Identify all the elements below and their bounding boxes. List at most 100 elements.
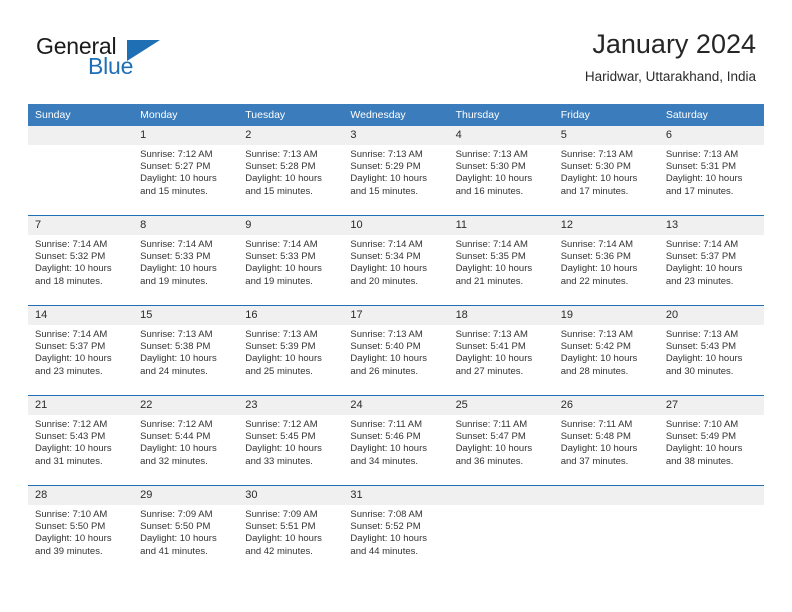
title-block: January 2024 Haridwar, Uttarakhand, Indi… — [585, 28, 756, 85]
calendar-day-cell[interactable]: 28 Sunrise: 7:10 AM Sunset: 5:50 PM Dayligh… — [28, 485, 134, 575]
daylight-duration-line2: and 15 minutes. — [245, 185, 313, 197]
daylight-duration-line2: and 30 minutes. — [665, 365, 734, 377]
calendar-day-cell-empty — [553, 485, 659, 575]
day-cell-inner — [448, 486, 554, 575]
sunrise-time: Sunrise: 7:12 AM — [140, 149, 213, 160]
day-cell-inner: 6 Sunrise: 7:13 AM Sunset: 5:31 PM Daylight… — [658, 126, 764, 215]
calendar-day-cell[interactable]: 9 Sunrise: 7:14 AM Sunset: 5:33 PM Daylight… — [238, 215, 344, 306]
day-details: Sunrise: 7:13 AM Sunset: 5:41 PM Daylight:… — [449, 325, 554, 378]
calendar-day-cell[interactable]: 23 Sunrise: 7:12 AM Sunset: 5:45 PM Dayligh… — [238, 395, 344, 486]
sunrise-time: Sunrise: 7:14 AM — [35, 239, 108, 250]
sunrise-time: Sunrise: 7:10 AM — [35, 509, 108, 520]
daylight-duration-line2: and 23 minutes. — [665, 275, 734, 287]
day-number: 5 — [553, 126, 659, 145]
sunrise-time: Sunrise: 7:11 AM — [560, 419, 633, 430]
sunrise-time: Sunrise: 7:13 AM — [140, 329, 213, 340]
day-details: Sunrise: 7:13 AM Sunset: 5:42 PM Daylight:… — [554, 325, 659, 378]
calendar-day-cell[interactable]: 21 Sunrise: 7:12 AM Sunset: 5:43 PM Dayligh… — [28, 395, 134, 486]
calendar-body: 1 Sunrise: 7:12 AM Sunset: 5:27 PM Daylight… — [28, 126, 764, 575]
calendar-day-cell[interactable]: 24 Sunrise: 7:11 AM Sunset: 5:46 PM Dayligh… — [343, 395, 449, 486]
daylight-duration-line2: and 26 minutes. — [350, 365, 419, 377]
daylight-duration-line2: and 24 minutes. — [140, 365, 208, 377]
calendar-day-cell[interactable]: 11 Sunrise: 7:14 AM Sunset: 5:35 PM Dayligh… — [448, 215, 554, 306]
daylight-duration-line2: and 17 minutes. — [665, 185, 734, 197]
sunset-time: Sunset: 5:50 PM — [35, 521, 106, 533]
calendar-day-cell[interactable]: 25 Sunrise: 7:11 AM Sunset: 5:47 PM Dayligh… — [448, 395, 554, 486]
calendar-day-cell[interactable]: 7 Sunrise: 7:14 AM Sunset: 5:32 PM Daylight… — [28, 215, 134, 306]
calendar-day-cell[interactable]: 5 Sunrise: 7:13 AM Sunset: 5:30 PM Daylight… — [553, 126, 659, 216]
calendar-day-cell[interactable]: 1 Sunrise: 7:12 AM Sunset: 5:27 PM Daylight… — [133, 126, 239, 216]
sunset-time: Sunset: 5:45 PM — [245, 431, 316, 443]
sunset-time: Sunset: 5:49 PM — [665, 431, 737, 443]
day-number: 31 — [343, 486, 449, 505]
daylight-duration-line2: and 18 minutes. — [35, 275, 103, 287]
daylight-duration-line2: and 31 minutes. — [35, 455, 103, 467]
page-header: General Blue January 2024 Haridwar, Utta… — [0, 0, 792, 100]
calendar-day-cell[interactable]: 3 Sunrise: 7:13 AM Sunset: 5:29 PM Daylight… — [343, 126, 449, 216]
day-cell-inner: 31 Sunrise: 7:08 AM Sunset: 5:52 PM Dayligh… — [343, 486, 449, 575]
calendar-day-cell[interactable]: 30 Sunrise: 7:09 AM Sunset: 5:51 PM Dayligh… — [238, 485, 344, 575]
day-details: Sunrise: 7:13 AM Sunset: 5:30 PM Daylight:… — [449, 145, 554, 198]
sunset-time: Sunset: 5:43 PM — [665, 341, 737, 353]
sunrise-time: Sunrise: 7:12 AM — [35, 419, 108, 430]
calendar-day-cell[interactable]: 20 Sunrise: 7:13 AM Sunset: 5:43 PM Dayligh… — [658, 305, 764, 396]
calendar-day-cell[interactable]: 19 Sunrise: 7:13 AM Sunset: 5:42 PM Dayligh… — [553, 305, 659, 396]
calendar-day-cell[interactable]: 13 Sunrise: 7:14 AM Sunset: 5:37 PM Dayligh… — [658, 215, 764, 306]
sunrise-time: Sunrise: 7:13 AM — [245, 329, 318, 340]
day-number: 23 — [238, 396, 344, 415]
day-details: Sunrise: 7:13 AM Sunset: 5:39 PM Daylight:… — [238, 325, 343, 378]
calendar-day-cell[interactable]: 8 Sunrise: 7:14 AM Sunset: 5:33 PM Daylight… — [133, 215, 239, 306]
day-number: 26 — [553, 396, 659, 415]
calendar-header-row: Sunday Monday Tuesday Wednesday Thursday… — [28, 104, 764, 126]
calendar-day-cell[interactable]: 15 Sunrise: 7:13 AM Sunset: 5:38 PM Dayligh… — [133, 305, 239, 396]
daylight-duration-line2: and 19 minutes. — [140, 275, 208, 287]
day-cell-inner: 15 Sunrise: 7:13 AM Sunset: 5:38 PM Dayligh… — [133, 306, 239, 395]
day-cell-inner: 28 Sunrise: 7:10 AM Sunset: 5:50 PM Dayligh… — [28, 486, 134, 575]
calendar-day-cell[interactable]: 6 Sunrise: 7:13 AM Sunset: 5:31 PM Daylight… — [658, 126, 764, 216]
daylight-duration-line2: and 33 minutes. — [245, 455, 313, 467]
day-number — [28, 126, 134, 145]
daylight-duration-line2: and 38 minutes. — [665, 455, 734, 467]
sunrise-time: Sunrise: 7:12 AM — [140, 419, 213, 430]
day-number: 4 — [448, 126, 554, 145]
day-cell-inner: 12 Sunrise: 7:14 AM Sunset: 5:36 PM Dayligh… — [553, 216, 659, 305]
sunrise-time: Sunrise: 7:13 AM — [350, 149, 423, 160]
day-details: Sunrise: 7:14 AM Sunset: 5:34 PM Daylight:… — [343, 235, 448, 288]
calendar-day-cell[interactable]: 10 Sunrise: 7:14 AM Sunset: 5:34 PM Dayligh… — [343, 215, 449, 306]
calendar-day-cell[interactable]: 31 Sunrise: 7:08 AM Sunset: 5:52 PM Dayligh… — [343, 485, 449, 575]
sunrise-time: Sunrise: 7:13 AM — [350, 329, 423, 340]
calendar-day-cell[interactable]: 29 Sunrise: 7:09 AM Sunset: 5:50 PM Dayligh… — [133, 485, 239, 575]
daylight-duration-line2: and 17 minutes. — [560, 185, 629, 197]
daylight-duration-line1: Daylight: 10 hours — [455, 173, 533, 185]
day-cell-inner: 22 Sunrise: 7:12 AM Sunset: 5:44 PM Dayligh… — [133, 396, 239, 485]
general-blue-logo: General Blue — [36, 33, 166, 81]
day-number: 20 — [658, 306, 764, 325]
daylight-duration-line1: Daylight: 10 hours — [140, 353, 217, 365]
daylight-duration-line2: and 23 minutes. — [35, 365, 103, 377]
calendar-day-cell[interactable]: 4 Sunrise: 7:13 AM Sunset: 5:30 PM Daylight… — [448, 126, 554, 216]
calendar-day-cell[interactable]: 14 Sunrise: 7:14 AM Sunset: 5:37 PM Dayligh… — [28, 305, 134, 396]
daylight-duration-line1: Daylight: 10 hours — [245, 263, 322, 275]
calendar-day-cell[interactable]: 27 Sunrise: 7:10 AM Sunset: 5:49 PM Dayligh… — [658, 395, 764, 486]
calendar-day-cell[interactable]: 12 Sunrise: 7:14 AM Sunset: 5:36 PM Dayligh… — [553, 215, 659, 306]
day-number: 29 — [133, 486, 239, 505]
day-cell-inner: 25 Sunrise: 7:11 AM Sunset: 5:47 PM Dayligh… — [448, 396, 554, 485]
day-details: Sunrise: 7:12 AM Sunset: 5:45 PM Daylight:… — [238, 415, 343, 468]
calendar-day-cell[interactable]: 16 Sunrise: 7:13 AM Sunset: 5:39 PM Dayligh… — [238, 305, 344, 396]
day-details: Sunrise: 7:11 AM Sunset: 5:48 PM Daylight:… — [554, 415, 659, 468]
page-title: January 2024 — [592, 29, 756, 59]
sunset-time: Sunset: 5:39 PM — [245, 341, 316, 353]
day-details: Sunrise: 7:11 AM Sunset: 5:46 PM Daylight:… — [343, 415, 448, 468]
day-details: Sunrise: 7:12 AM Sunset: 5:44 PM Daylight:… — [133, 415, 238, 468]
day-cell-inner: 3 Sunrise: 7:13 AM Sunset: 5:29 PM Daylight… — [343, 126, 449, 215]
calendar-day-cell[interactable]: 22 Sunrise: 7:12 AM Sunset: 5:44 PM Dayligh… — [133, 395, 239, 486]
calendar-day-cell[interactable]: 18 Sunrise: 7:13 AM Sunset: 5:41 PM Dayligh… — [448, 305, 554, 396]
sunset-time: Sunset: 5:41 PM — [455, 341, 526, 353]
calendar-day-cell[interactable]: 17 Sunrise: 7:13 AM Sunset: 5:40 PM Dayligh… — [343, 305, 449, 396]
sunrise-time: Sunrise: 7:10 AM — [665, 419, 739, 430]
day-details: Sunrise: 7:11 AM Sunset: 5:47 PM Daylight:… — [449, 415, 554, 468]
daylight-duration-line2: and 25 minutes. — [245, 365, 313, 377]
calendar-day-cell[interactable]: 26 Sunrise: 7:11 AM Sunset: 5:48 PM Dayligh… — [553, 395, 659, 486]
calendar-day-cell[interactable]: 2 Sunrise: 7:13 AM Sunset: 5:28 PM Daylight… — [238, 126, 344, 216]
day-number: 15 — [133, 306, 239, 325]
